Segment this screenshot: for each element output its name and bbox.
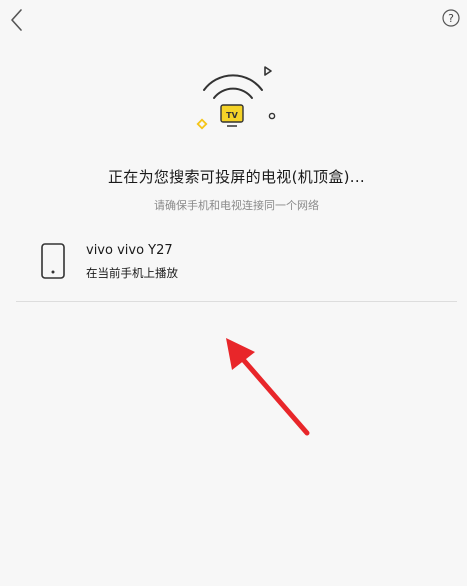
back-button[interactable] — [6, 6, 32, 34]
cast-search-screen: ? TV 正在为您搜索可投屏的电视(机顶盒)... 请确保手机和电视连接同一个网… — [0, 0, 467, 586]
searching-subtitle: 请确保手机和电视连接同一个网络 — [154, 199, 319, 212]
annotation-arrow — [215, 328, 320, 443]
svg-text:TV: TV — [226, 111, 238, 120]
device-name: vivo vivo Y27 — [86, 243, 173, 258]
searching-title: 正在为您搜索可投屏的电视(机顶盒)... — [107, 168, 365, 186]
chevron-left-icon — [11, 9, 22, 31]
tv-icon: TV — [220, 104, 244, 127]
tv-search-illustration: TV — [190, 60, 280, 135]
phone-icon — [40, 242, 66, 280]
help-button[interactable]: ? — [441, 8, 461, 28]
device-item-vivo-y27[interactable]: vivo vivo Y27 在当前手机上播放 — [0, 232, 467, 296]
divider — [16, 301, 457, 302]
device-subtitle: 在当前手机上播放 — [86, 266, 178, 280]
svg-text:?: ? — [448, 12, 454, 25]
question-icon: ? — [442, 9, 460, 27]
